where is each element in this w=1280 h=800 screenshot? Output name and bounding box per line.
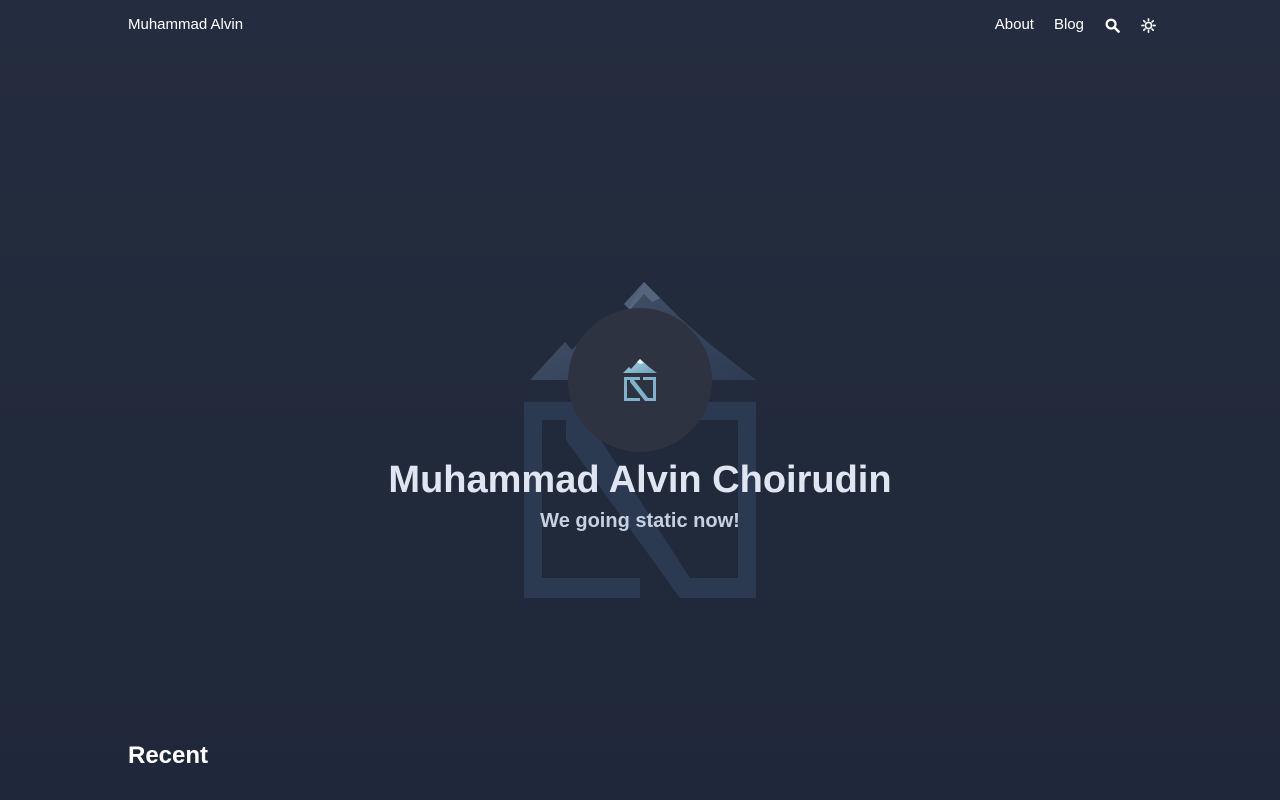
hero-subtitle: We going static now!: [540, 510, 740, 532]
hero-title: Muhammad Alvin Choirudin: [388, 459, 892, 501]
avatar: [568, 308, 712, 452]
theme-toggle-button[interactable]: [1140, 16, 1156, 34]
theme-toggle-icon: [1140, 17, 1156, 33]
site-brand-link[interactable]: Muhammad Alvin: [128, 16, 243, 34]
mountain-n-logo-icon: [623, 359, 657, 401]
recent-section-heading: Recent: [128, 742, 209, 769]
nav-link-blog[interactable]: Blog: [1054, 16, 1084, 34]
top-navbar: Muhammad Alvin About Blog: [0, 0, 1280, 50]
search-button[interactable]: [1104, 16, 1120, 34]
nav-link-about[interactable]: About: [995, 16, 1034, 34]
nav-menu: About Blog: [995, 16, 1156, 34]
search-icon: [1105, 18, 1120, 33]
